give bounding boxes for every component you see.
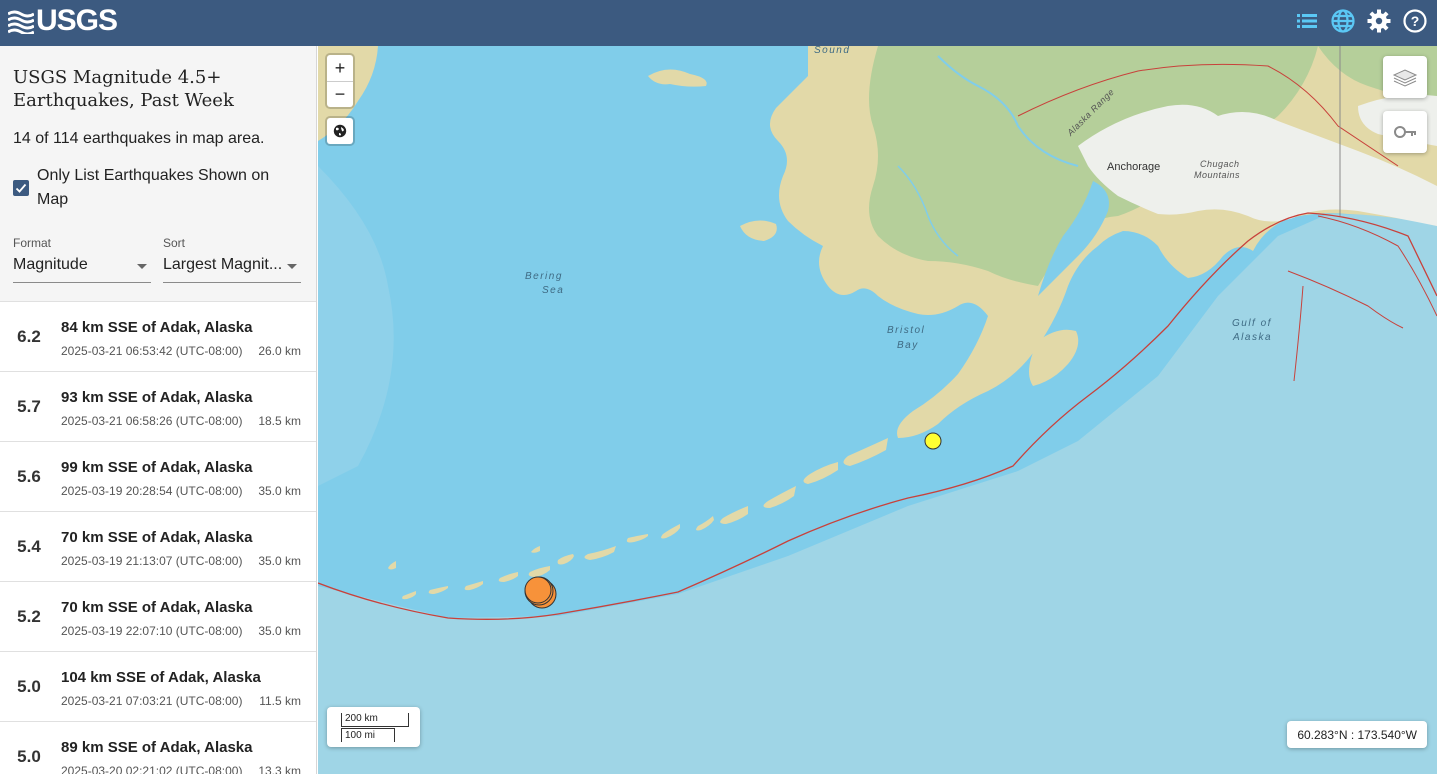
sort-label: Sort [163, 236, 186, 250]
sort-value[interactable]: Largest Magnit... [163, 256, 301, 283]
zoom-in-button[interactable]: + [327, 55, 353, 81]
list-item[interactable]: 5.0 89 km SSE of Adak, Alaska 2025-03-20… [0, 722, 316, 774]
only-list-shown-checkbox[interactable]: Only List Earthquakes Shown on Map [13, 164, 303, 212]
depth: 13.3 km [258, 764, 301, 774]
chevron-down-icon [287, 264, 297, 269]
time: 2025-03-19 20:28:54 (UTC-08:00) [61, 484, 243, 498]
header-toolbar: ? [1293, 7, 1429, 35]
format-label: Format [13, 236, 52, 250]
format-select[interactable]: Format Magnitude [13, 236, 151, 283]
time: 2025-03-21 06:58:26 (UTC-08:00) [61, 414, 243, 428]
depth: 18.5 km [258, 414, 301, 428]
depth: 11.5 km [259, 694, 301, 708]
earthquake-marker[interactable] [524, 576, 552, 604]
magnitude: 6.2 [17, 327, 41, 346]
time: 2025-03-21 07:03:21 (UTC-08:00) [61, 694, 243, 708]
depth: 35.0 km [258, 624, 301, 638]
format-value-text: Magnitude [13, 256, 88, 273]
layers-button[interactable] [1383, 56, 1427, 98]
time: 2025-03-19 22:07:10 (UTC-08:00) [61, 624, 243, 638]
checkbox-label: Only List Earthquakes Shown on Map [37, 167, 270, 208]
globe-icon [333, 124, 347, 138]
sort-value-text: Largest Magnit... [163, 256, 283, 273]
list-item[interactable]: 5.4 70 km SSE of Adak, Alaska 2025-03-19… [0, 512, 316, 582]
earthquake-list-panel: USGS Magnitude 4.5+ Earthquakes, Past We… [0, 46, 317, 774]
time: 2025-03-21 06:53:42 (UTC-08:00) [61, 344, 243, 358]
list-item[interactable]: 5.2 70 km SSE of Adak, Alaska 2025-03-19… [0, 582, 316, 652]
place: 99 km SSE of Adak, Alaska [61, 459, 253, 476]
chevron-down-icon [137, 264, 147, 269]
map-view[interactable]: Sound Bering Sea Bristol Bay Gulf of Ala… [318, 46, 1437, 774]
depth: 35.0 km [258, 554, 301, 568]
scale-km: 200 km [341, 713, 409, 727]
scale-mi: 100 mi [341, 728, 395, 742]
usgs-logo[interactable]: USGS [8, 4, 118, 37]
coordinate-readout: 60.283°N : 173.540°W [1287, 721, 1427, 748]
earthquake-marker[interactable] [924, 432, 942, 450]
place: 104 km SSE of Adak, Alaska [61, 669, 261, 686]
place: 93 km SSE of Adak, Alaska [61, 389, 253, 406]
globe-icon[interactable] [1329, 7, 1357, 35]
earthquake-markers [524, 432, 942, 609]
earthquake-count: 14 of 114 earthquakes in map area. [13, 130, 265, 147]
magnitude: 5.0 [17, 677, 41, 696]
world-view-button[interactable] [327, 118, 353, 144]
time: 2025-03-19 21:13:07 (UTC-08:00) [61, 554, 243, 568]
format-value[interactable]: Magnitude [13, 256, 151, 283]
place: 89 km SSE of Adak, Alaska [61, 739, 253, 756]
place: 84 km SSE of Adak, Alaska [61, 319, 253, 336]
list-icon[interactable] [1293, 7, 1321, 35]
legend-button[interactable] [1383, 111, 1427, 153]
earthquake-list: 6.2 84 km SSE of Adak, Alaska 2025-03-21… [0, 301, 316, 774]
panel-title: USGS Magnitude 4.5+ Earthquakes, Past We… [13, 67, 234, 111]
scale-bar: 200 km 100 mi [327, 707, 420, 747]
help-icon[interactable]: ? [1401, 7, 1429, 35]
usgs-wave-icon [8, 10, 34, 34]
list-item[interactable]: 5.6 99 km SSE of Adak, Alaska 2025-03-19… [0, 442, 316, 512]
zoom-control: + − [327, 55, 353, 107]
logo-text: USGS [36, 4, 118, 37]
place: 70 km SSE of Adak, Alaska [61, 529, 253, 546]
magnitude: 5.2 [17, 607, 41, 626]
list-item[interactable]: 5.0 104 km SSE of Adak, Alaska 2025-03-2… [0, 652, 316, 722]
checkbox-checked-icon[interactable] [13, 180, 29, 196]
zoom-out-button[interactable]: − [327, 81, 353, 107]
magnitude: 5.0 [17, 747, 41, 766]
depth: 26.0 km [258, 344, 301, 358]
svg-text:?: ? [1411, 13, 1420, 29]
magnitude: 5.6 [17, 467, 41, 486]
app-header: USGS ? [0, 0, 1437, 46]
time: 2025-03-20 02:21:02 (UTC-08:00) [61, 764, 243, 774]
gear-icon[interactable] [1365, 7, 1393, 35]
key-icon [1394, 126, 1416, 138]
list-item[interactable]: 5.7 93 km SSE of Adak, Alaska 2025-03-21… [0, 372, 316, 442]
layers-icon [1392, 69, 1418, 87]
place: 70 km SSE of Adak, Alaska [61, 599, 253, 616]
magnitude: 5.7 [17, 397, 41, 416]
depth: 35.0 km [258, 484, 301, 498]
sort-select[interactable]: Sort Largest Magnit... [163, 236, 301, 283]
magnitude: 5.4 [17, 537, 41, 556]
list-item[interactable]: 6.2 84 km SSE of Adak, Alaska 2025-03-21… [0, 302, 316, 372]
